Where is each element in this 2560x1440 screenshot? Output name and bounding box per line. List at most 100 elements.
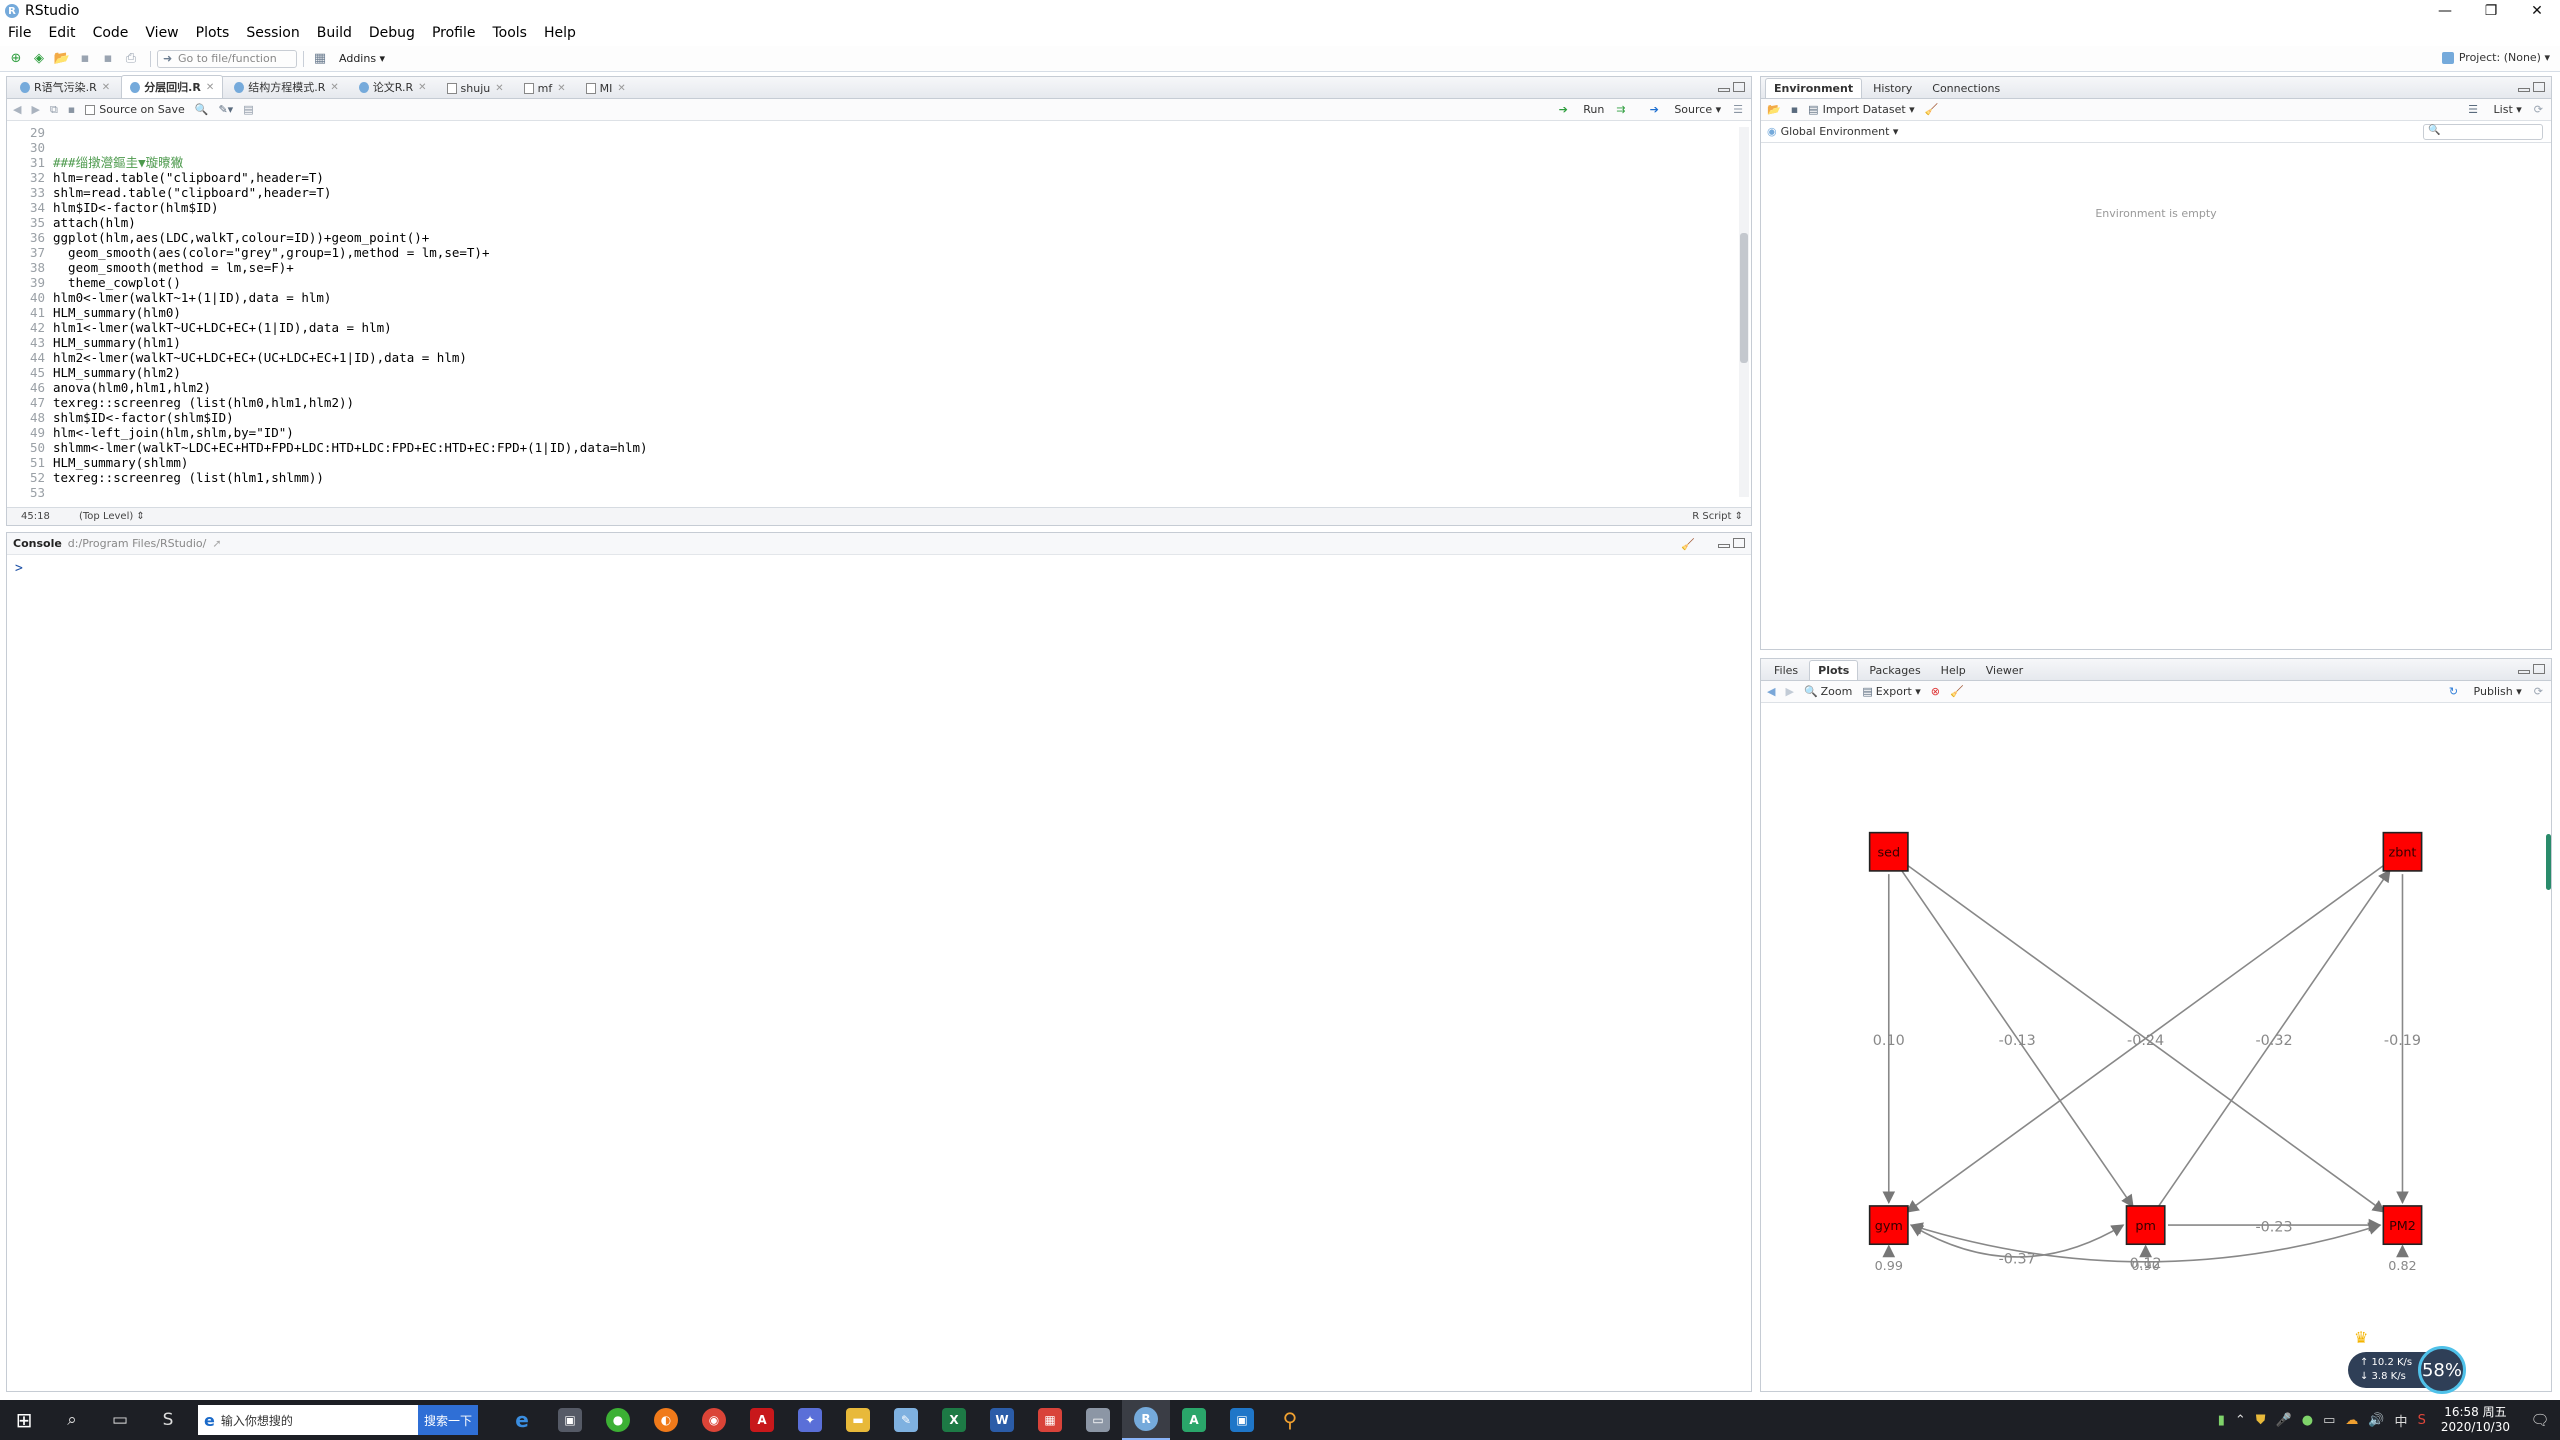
notification-center-icon[interactable]: 🗨 (2520, 1411, 2560, 1429)
menu-session[interactable]: Session (246, 25, 299, 41)
run-button[interactable]: ➔ Run (1547, 103, 1605, 116)
code-line[interactable]: 36 ggplot(hlm,aes(LDC,walkT,colour=ID))+g… (7, 230, 1737, 245)
code-line[interactable]: 33 shlm=read.table("clipboard",header=T) (7, 185, 1737, 200)
code-line[interactable]: 43 HLM_summary(hlm1) (7, 335, 1737, 350)
close-tab-icon[interactable]: ✕ (206, 82, 214, 93)
previous-plot-icon[interactable]: ◀ (1767, 685, 1775, 698)
source-on-save-toggle[interactable]: Source on Save (85, 103, 185, 116)
zoom-button[interactable]: 🔍 Zoom (1804, 685, 1852, 698)
task-view-icon[interactable]: ▭ (96, 1400, 144, 1440)
close-button[interactable]: ✕ (2514, 0, 2560, 22)
code-line[interactable]: 50 shlmm<-lmer(walkT~LDC+EC+HTD+FPD+LDC:H… (7, 440, 1737, 455)
security-icon[interactable]: ⛊ (2256, 1413, 2266, 1428)
tab-files[interactable]: Files (1765, 660, 1807, 680)
menu-view[interactable]: View (145, 25, 178, 41)
tab-plots[interactable]: Plots (1809, 660, 1859, 680)
show-in-window-icon[interactable]: ⧉ (50, 103, 58, 117)
forward-arrow-icon[interactable]: ▶ (31, 103, 39, 116)
addins-menu[interactable]: Addins ▾ (339, 52, 385, 65)
code-tools-icon[interactable]: ✎▾ (218, 103, 233, 116)
code-line[interactable]: 30 (7, 140, 1737, 155)
source-on-save-checkbox[interactable] (85, 104, 96, 115)
publish-button[interactable]: ↻ Publish ▾ (2437, 685, 2522, 698)
tab-data-4[interactable]: shuju ✕ (438, 78, 513, 98)
code-line[interactable]: 32 hlm=read.table("clipboard",header=T) (7, 170, 1737, 185)
minimize-pane-button[interactable] (2518, 88, 2530, 92)
volume-icon[interactable]: 🔊 (2368, 1413, 2384, 1428)
code-line[interactable]: 29 (7, 125, 1737, 140)
plots-scroll-indicator[interactable] (2546, 834, 2551, 890)
goto-file-input[interactable]: Go to file/function (157, 49, 297, 68)
menu-help[interactable]: Help (544, 25, 576, 41)
close-tab-icon[interactable]: ✕ (102, 82, 110, 93)
next-plot-icon[interactable]: ▶ (1785, 685, 1793, 698)
excel-icon[interactable]: X (930, 1400, 978, 1440)
clear-plots-icon[interactable]: 🧹 (1950, 685, 1964, 698)
editor-scrollbar-thumb[interactable] (1740, 233, 1748, 363)
tab-file-3[interactable]: 论文R.R ✕ (350, 75, 436, 98)
tab-connections[interactable]: Connections (1923, 78, 2009, 98)
tab-file-2[interactable]: 结构方程模式.R ✕ (225, 75, 348, 98)
refresh-plot-icon[interactable]: ⟳ (2534, 685, 2543, 698)
close-tab-icon[interactable]: ✕ (617, 83, 625, 94)
meeting-icon[interactable]: ▣ (1218, 1400, 1266, 1440)
firefox-icon[interactable]: ◐ (642, 1400, 690, 1440)
code-line[interactable]: 49 hlm<-left_join(hlm,shlm,by="ID") (7, 425, 1737, 440)
save-workspace-icon[interactable]: ▪ (1791, 103, 1798, 116)
rerun-icon[interactable]: ⇉ (1616, 103, 1625, 116)
new-file-icon[interactable]: ⊕ (6, 49, 26, 69)
notepad-icon[interactable]: ✎ (882, 1400, 930, 1440)
photos-icon[interactable]: ▭ (1074, 1400, 1122, 1440)
tab-data-5[interactable]: mf ✕ (515, 78, 575, 98)
taskbar-search-input[interactable]: e 输入你想搜的 (198, 1405, 418, 1435)
code-line[interactable]: 54 (7, 500, 1737, 501)
code-line[interactable]: 48 shlm$ID<-factor(shlm$ID) (7, 410, 1737, 425)
maximize-pane-button[interactable] (1733, 82, 1745, 92)
code-line[interactable]: 35 attach(hlm) (7, 215, 1737, 230)
new-project-icon[interactable]: ◈ (29, 49, 49, 69)
menu-debug[interactable]: Debug (369, 25, 415, 41)
edge-icon[interactable]: e (498, 1400, 546, 1440)
list-view-selector[interactable]: ☰ List ▾ (2456, 103, 2522, 116)
file-explorer-icon[interactable]: ▬ (834, 1400, 882, 1440)
open-file-icon[interactable]: 📂 (52, 49, 72, 69)
close-tab-icon[interactable]: ✕ (557, 83, 565, 94)
console-prompt[interactable]: > (7, 555, 1751, 582)
clear-console-icon[interactable]: 🧹 (1681, 538, 1695, 551)
global-environment-selector[interactable]: ◉ Global Environment ▾ (1767, 125, 1898, 138)
console-title[interactable]: Console (13, 537, 62, 550)
wechat-icon[interactable]: ● (594, 1400, 642, 1440)
save-file-icon[interactable]: ▪ (68, 103, 75, 116)
source-button[interactable]: ➔ Source ▾ (1638, 103, 1722, 116)
clear-workspace-icon[interactable]: 🧹 (1925, 103, 1939, 116)
maximize-pane-button[interactable] (2533, 82, 2545, 92)
save-icon[interactable]: ▪ (75, 49, 95, 69)
rstudio-taskbar-icon[interactable]: R (1122, 1400, 1170, 1440)
menu-plots[interactable]: Plots (196, 25, 230, 41)
close-tab-icon[interactable]: ✕ (495, 83, 503, 94)
network-icon[interactable]: ▭ (2323, 1413, 2335, 1428)
code-line[interactable]: 51 HLM_summary(shlmm) (7, 455, 1737, 470)
tab-viewer[interactable]: Viewer (1977, 660, 2032, 680)
code-line[interactable]: 53 (7, 485, 1737, 500)
show-hidden-icons[interactable]: ⌃ (2235, 1413, 2246, 1428)
code-line[interactable]: 44 hlm2<-lmer(walkT~UC+LDC+EC+(UC+LDC+EC+… (7, 350, 1737, 365)
refresh-icon[interactable]: ⟳ (2534, 103, 2543, 116)
file-type-selector[interactable]: R Script ⇕ (1692, 511, 1743, 522)
sogou-ime-icon[interactable]: S (2418, 1413, 2426, 1428)
save-all-icon[interactable]: ▪ (98, 49, 118, 69)
print-icon[interactable]: ⎙ (121, 49, 141, 69)
code-line[interactable]: 42 hlm1<-lmer(walkT~UC+LDC+EC+(1|ID),data… (7, 320, 1737, 335)
tab-history[interactable]: History (1864, 78, 1921, 98)
ime-indicator[interactable]: 中 (2395, 1411, 2408, 1430)
tab-environment[interactable]: Environment (1765, 78, 1863, 98)
maximize-pane-button[interactable] (1733, 538, 1745, 548)
store-icon[interactable]: ▣ (546, 1400, 594, 1440)
outline-icon[interactable]: ☰ (1733, 103, 1743, 116)
menu-tools[interactable]: Tools (492, 25, 527, 41)
close-tab-icon[interactable]: ✕ (330, 82, 338, 93)
tab-file-0[interactable]: R语气污染.R ✕ (11, 75, 119, 98)
code-line[interactable]: 38 geom_smooth(method = lm,se=F)+ (7, 260, 1737, 275)
code-line[interactable]: 39 theme_cowplot() (7, 275, 1737, 290)
tab-data-6[interactable]: MI ✕ (577, 78, 635, 98)
